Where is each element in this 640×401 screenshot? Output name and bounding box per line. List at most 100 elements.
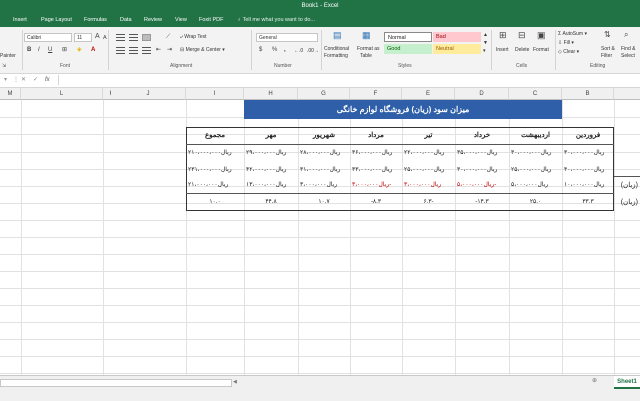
outdent-icon[interactable]: ⇥ bbox=[167, 46, 172, 54]
style-bad[interactable]: Bad bbox=[433, 32, 481, 42]
align-left-icon[interactable] bbox=[116, 47, 125, 54]
shrink-font-button[interactable]: A bbox=[103, 34, 107, 42]
fx-icon[interactable]: fx bbox=[45, 76, 50, 84]
number-format-select[interactable]: General bbox=[256, 33, 318, 42]
add-sheet-button[interactable]: ⊕ bbox=[592, 377, 597, 385]
fill-button[interactable]: ⇩ Fill ▾ bbox=[558, 40, 574, 46]
clear-button[interactable]: ◇ Clear ▾ bbox=[558, 49, 579, 55]
column-header-g[interactable]: G bbox=[298, 88, 350, 100]
style-normal[interactable]: Normal bbox=[384, 32, 432, 42]
cancel-icon[interactable]: ✕ bbox=[21, 76, 26, 84]
tab-formulas[interactable]: Formulas bbox=[84, 17, 107, 23]
delete-cells-icon[interactable]: ⊟ bbox=[518, 31, 526, 40]
alignment-group-label: Alignment bbox=[170, 63, 193, 69]
insert-cells-button[interactable]: Insert bbox=[496, 47, 509, 53]
grid-line bbox=[0, 322, 640, 323]
currency-button[interactable]: $ bbox=[259, 46, 262, 54]
comma-button[interactable]: , bbox=[284, 46, 286, 54]
font-color-icon[interactable]: A bbox=[91, 46, 95, 54]
styles-scroll-up-icon[interactable]: ▲ bbox=[483, 32, 488, 38]
column-header-h[interactable]: H bbox=[244, 88, 298, 100]
column-header-a[interactable] bbox=[614, 88, 640, 100]
insert-cells-icon[interactable]: ⊞ bbox=[499, 31, 507, 40]
horizontal-scrollbar[interactable] bbox=[0, 379, 232, 387]
grid-line bbox=[0, 134, 640, 135]
tab-view[interactable]: View bbox=[175, 17, 187, 23]
sort-filter-label[interactable]: Sort & bbox=[601, 46, 615, 52]
worksheet-grid[interactable]: M L K J I H G F E D C B bbox=[0, 88, 640, 375]
autosum-button[interactable]: Σ AutoSum ▾ bbox=[558, 31, 587, 37]
grid-line bbox=[0, 373, 640, 374]
column-header-m[interactable]: M bbox=[0, 88, 21, 100]
styles-scroll-down-icon[interactable]: ▼ bbox=[483, 40, 488, 46]
namebox-dropdown-icon[interactable]: ▾ bbox=[4, 76, 7, 84]
align-top-icon[interactable] bbox=[116, 34, 125, 41]
tab-foxit-pdf[interactable]: Foxit PDF bbox=[199, 17, 223, 23]
group-separator bbox=[108, 30, 109, 70]
delete-cells-button[interactable]: Delete bbox=[515, 47, 529, 53]
enter-icon[interactable]: ✓ bbox=[33, 76, 38, 84]
align-right-icon[interactable] bbox=[142, 47, 151, 54]
decrease-decimal-icon[interactable]: .00→ bbox=[307, 48, 319, 54]
style-good[interactable]: Good bbox=[384, 44, 432, 54]
sort-filter-label-2[interactable]: Filter bbox=[601, 53, 612, 59]
format-as-table-icon[interactable]: ▦ bbox=[362, 31, 371, 40]
font-size-select[interactable]: 11 bbox=[74, 33, 92, 42]
bold-button[interactable]: B bbox=[27, 46, 31, 54]
grow-font-button[interactable]: A bbox=[95, 33, 100, 41]
grid-line bbox=[0, 356, 640, 357]
font-name-select[interactable]: Calibri bbox=[24, 33, 72, 42]
format-painter-button[interactable]: Painter bbox=[0, 53, 16, 59]
find-select-icon[interactable]: ⌕ bbox=[624, 31, 628, 39]
column-header-d[interactable]: D bbox=[455, 88, 509, 100]
fill-color-icon[interactable]: ◈ bbox=[77, 46, 82, 54]
format-cells-button[interactable]: Format bbox=[533, 47, 549, 53]
group-separator bbox=[321, 30, 322, 70]
align-middle-icon[interactable] bbox=[129, 34, 138, 41]
conditional-formatting-label[interactable]: Conditional bbox=[324, 46, 349, 52]
find-select-label[interactable]: Find & bbox=[621, 46, 635, 52]
borders-icon[interactable]: ⊞ bbox=[62, 46, 67, 54]
grid-line bbox=[0, 203, 640, 204]
column-header-e[interactable]: E bbox=[402, 88, 455, 100]
conditional-formatting-label-2[interactable]: Formatting bbox=[324, 53, 348, 59]
format-as-table-label[interactable]: Format as bbox=[357, 46, 380, 52]
underline-button[interactable]: U bbox=[48, 46, 52, 54]
tab-page-layout[interactable]: Page Layout bbox=[41, 17, 72, 23]
style-neutral[interactable]: Neutral bbox=[433, 44, 481, 54]
tell-me-box[interactable]: ♁ Tell me what you want to do... bbox=[237, 17, 315, 23]
column-header-b[interactable]: B bbox=[562, 88, 614, 100]
scroll-left-icon[interactable]: ◀ bbox=[233, 378, 237, 386]
formula-input[interactable] bbox=[58, 75, 639, 85]
format-as-table-label-2[interactable]: Table bbox=[360, 53, 372, 59]
grid-line bbox=[0, 271, 640, 272]
align-center-icon[interactable] bbox=[129, 47, 138, 54]
align-bottom-icon[interactable] bbox=[142, 34, 151, 41]
find-select-label-2[interactable]: Select bbox=[621, 53, 635, 59]
fill-label: Fill bbox=[563, 40, 570, 46]
orientation-icon[interactable]: ⟋ bbox=[166, 33, 170, 41]
sort-filter-icon[interactable]: ⇅ bbox=[604, 31, 611, 39]
tell-me-text: Tell me what you want to do... bbox=[242, 17, 316, 23]
tab-insert[interactable]: Insert bbox=[13, 17, 27, 23]
grid-line bbox=[0, 288, 640, 289]
title-bar: Book1 - Excel bbox=[0, 0, 640, 14]
increase-decimal-icon[interactable]: ←.0 bbox=[294, 48, 303, 54]
sheet-tab-sheet1[interactable]: Sheet1 bbox=[614, 376, 640, 389]
merge-center-button[interactable]: ⊟ Merge & Center ▾ bbox=[180, 47, 225, 53]
column-header-c[interactable]: C bbox=[509, 88, 562, 100]
tab-data[interactable]: Data bbox=[120, 17, 132, 23]
italic-button[interactable]: I bbox=[38, 46, 40, 54]
percent-button[interactable]: % bbox=[272, 46, 277, 54]
column-header-j[interactable]: J bbox=[111, 88, 186, 100]
conditional-formatting-icon[interactable]: ▤ bbox=[333, 31, 342, 40]
sheet-title-banner[interactable]: میزان سود (زیان) فروشگاه لوازم خانگی bbox=[244, 100, 562, 119]
tab-review[interactable]: Review bbox=[144, 17, 162, 23]
sheet-bar: ◀ ⊕ Sheet1 bbox=[0, 375, 640, 401]
indent-icon[interactable]: ⇤ bbox=[156, 46, 161, 54]
wrap-text-button[interactable]: ⤶ Wrap Text bbox=[180, 34, 207, 40]
styles-more-icon[interactable]: ▾ bbox=[483, 48, 486, 54]
column-header-f[interactable]: F bbox=[350, 88, 402, 100]
column-header-i[interactable]: I bbox=[186, 88, 244, 100]
format-cells-icon[interactable]: ▣ bbox=[537, 31, 546, 40]
